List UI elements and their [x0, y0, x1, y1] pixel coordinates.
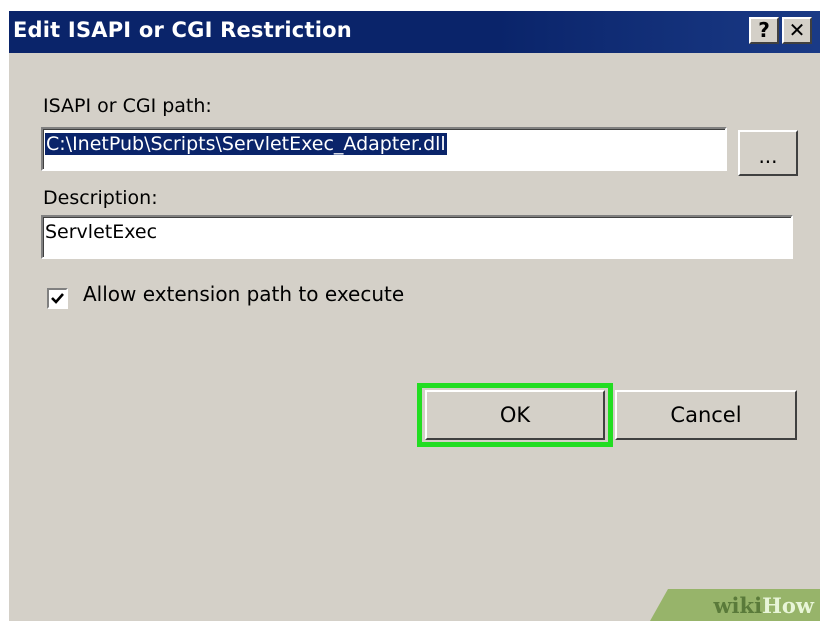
browse-button[interactable]: ... [738, 130, 798, 176]
cancel-button[interactable]: Cancel [615, 390, 797, 440]
close-icon: ✕ [788, 18, 806, 42]
description-input[interactable]: ServletExec [41, 215, 793, 259]
title-bar: Edit ISAPI or CGI Restriction ? ✕ [9, 11, 820, 53]
description-label: Description: [43, 187, 158, 209]
window-title: Edit ISAPI or CGI Restriction [13, 18, 352, 42]
path-input[interactable]: C:\InetPub\Scripts\ServletExec_Adapter.d… [41, 127, 727, 171]
watermark-wiki: wiki [713, 593, 763, 618]
watermark-how: How [762, 593, 814, 618]
close-button[interactable]: ✕ [782, 17, 812, 44]
ok-button[interactable]: OK [425, 390, 605, 440]
help-button[interactable]: ? [749, 17, 779, 44]
edit-restriction-dialog: Edit ISAPI or CGI Restriction ? ✕ ISAPI … [8, 10, 820, 621]
checkmark-icon [51, 293, 64, 304]
allow-execute-checkbox[interactable] [47, 288, 68, 309]
path-input-value: C:\InetPub\Scripts\ServletExec_Adapter.d… [45, 133, 447, 155]
help-icon: ? [758, 18, 770, 42]
allow-execute-label: Allow extension path to execute [83, 282, 405, 306]
description-input-value: ServletExec [45, 221, 158, 243]
path-label: ISAPI or CGI path: [43, 95, 212, 117]
wikihow-watermark: wikiHow [650, 589, 820, 621]
